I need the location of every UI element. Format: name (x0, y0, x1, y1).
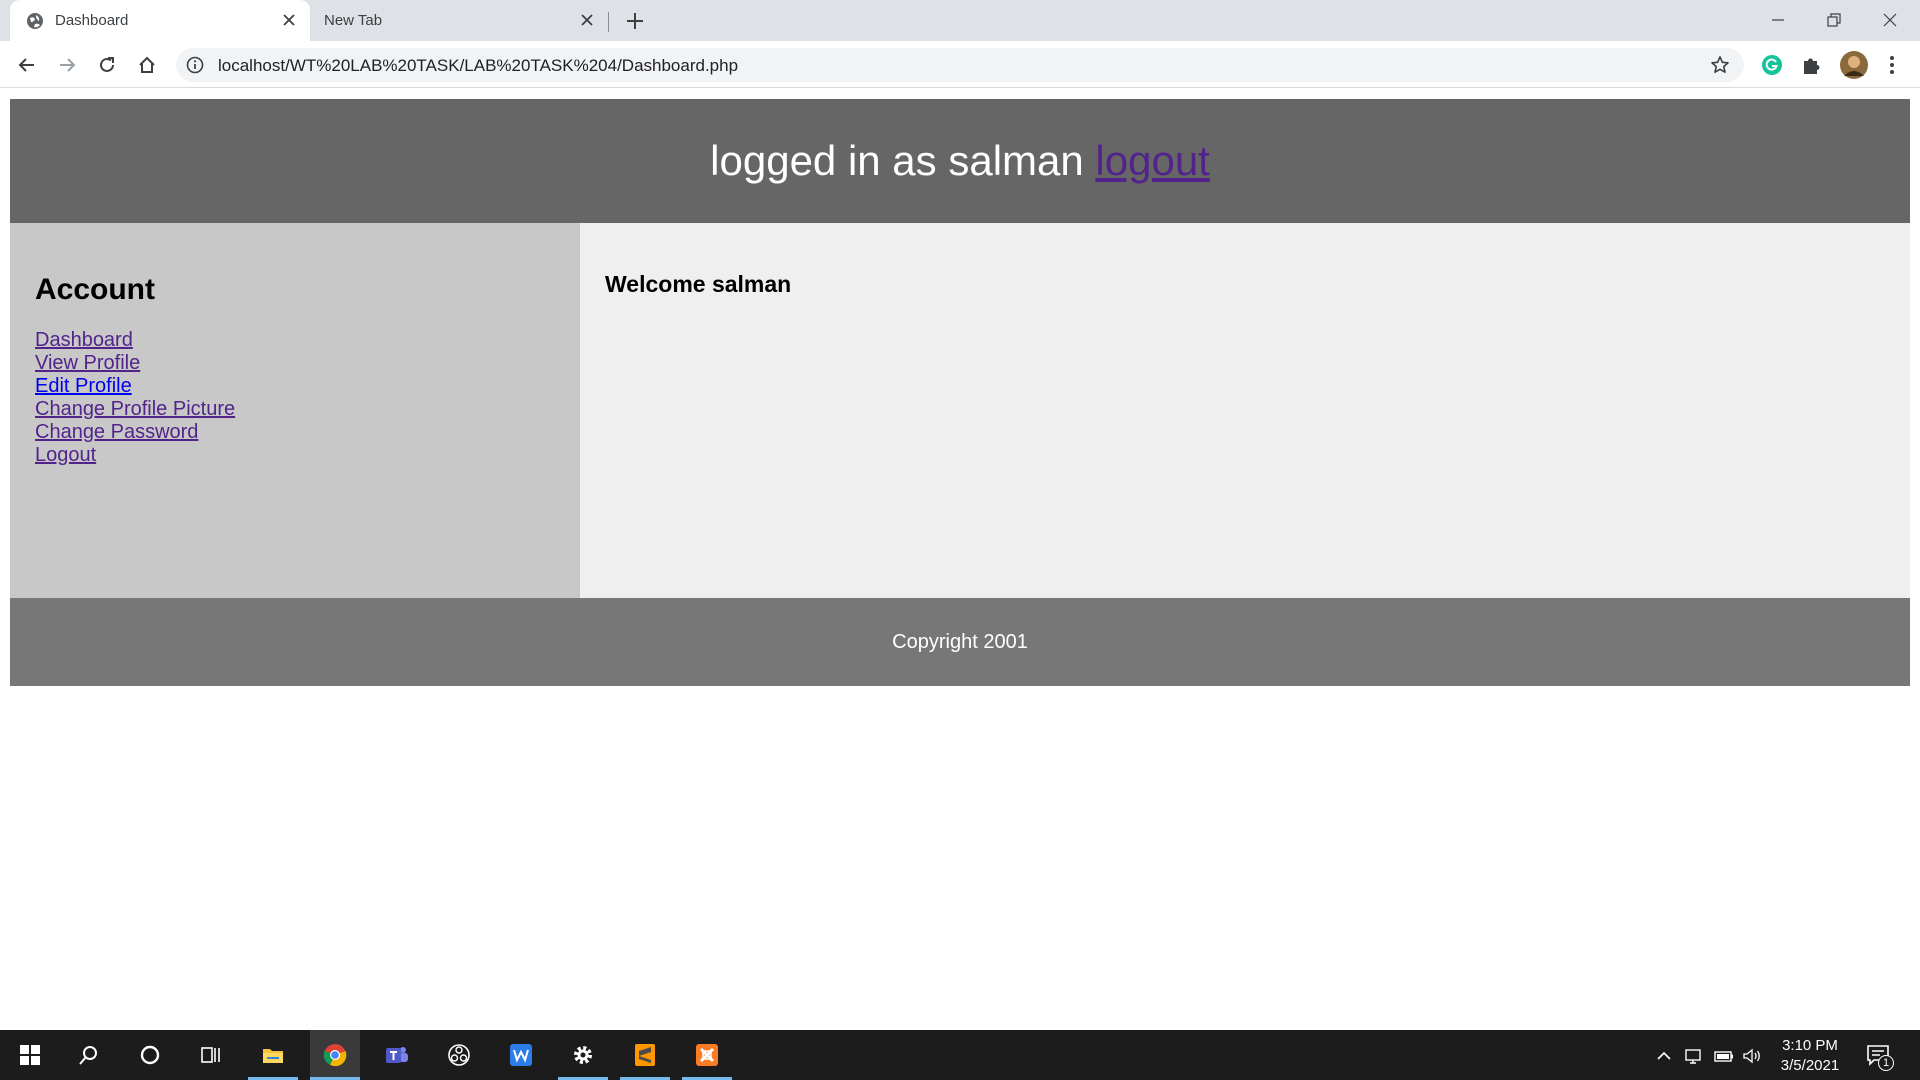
settings-icon (574, 1046, 592, 1064)
minimize-icon (1772, 19, 1784, 21)
home-button[interactable] (133, 51, 161, 79)
teams-icon (386, 1047, 408, 1063)
site-info-icon[interactable] (186, 56, 204, 74)
sidebar-link-change-profile-picture[interactable]: Change Profile Picture (35, 398, 555, 421)
close-tab-icon[interactable] (280, 11, 298, 29)
battery-icon[interactable] (1714, 1046, 1734, 1066)
taskbar-chrome[interactable] (310, 1030, 360, 1080)
start-button[interactable] (5, 1030, 55, 1080)
forward-button[interactable] (53, 51, 81, 79)
clock-time: 3:10 PM (1782, 1037, 1838, 1054)
network-icon[interactable] (1684, 1046, 1704, 1066)
account-sidebar: Account Dashboard View Profile Edit Prof… (10, 223, 580, 598)
restore-icon (1827, 13, 1841, 27)
menu-kebab-icon[interactable] (1880, 53, 1904, 77)
taskbar-file-explorer[interactable] (248, 1030, 298, 1080)
task-view-icon (201, 1047, 220, 1063)
file-explorer-icon (263, 1049, 283, 1063)
wps-writer-icon (510, 1044, 532, 1066)
header-logout-link[interactable]: logout (1095, 137, 1209, 184)
url-text[interactable]: localhost/WT%20LAB%20TASK/LAB%20TASK%204… (218, 56, 738, 76)
extensions-puzzle-icon[interactable] (1800, 53, 1824, 77)
close-icon (1883, 13, 1897, 27)
chevron-up-icon[interactable] (1654, 1046, 1674, 1066)
new-tab-plus-icon[interactable] (622, 9, 648, 33)
sidebar-link-logout[interactable]: Logout (35, 444, 555, 467)
chrome-icon (323, 1044, 347, 1067)
main-content: Welcome salman (580, 223, 1910, 598)
taskbar-search-button[interactable] (64, 1030, 114, 1080)
taskbar-teams[interactable] (372, 1030, 422, 1080)
grammarly-icon[interactable] (1760, 53, 1784, 77)
sidebar-link-edit-profile[interactable]: Edit Profile (35, 375, 555, 398)
taskbar-wps-writer[interactable] (496, 1030, 546, 1080)
globe-icon (27, 13, 43, 29)
task-view-button[interactable] (186, 1030, 236, 1080)
notification-count-badge: 1 (1878, 1055, 1894, 1071)
address-bar[interactable]: localhost/WT%20LAB%20TASK/LAB%20TASK%204… (176, 48, 1744, 82)
browser-toolbar: localhost/WT%20LAB%20TASK/LAB%20TASK%204… (0, 41, 1920, 88)
sidebar-link-view-profile[interactable]: View Profile (35, 352, 555, 375)
clock-date: 3/5/2021 (1780, 1057, 1840, 1074)
sublime-text-icon (635, 1044, 655, 1066)
logged-in-text: logged in as salman (710, 137, 1084, 184)
windows-taskbar: 3:10 PM 3/5/2021 1 (0, 1030, 1920, 1080)
taskbar-clock[interactable]: 3:10 PM 3/5/2021 (1770, 1036, 1850, 1076)
volume-icon[interactable] (1742, 1046, 1762, 1066)
restore-button[interactable] (1806, 0, 1862, 38)
close-window-button[interactable] (1862, 0, 1918, 38)
login-status: logged in as salman logout (10, 99, 1910, 223)
copyright-text: Copyright 2001 (892, 631, 1028, 653)
home-icon (139, 56, 155, 73)
cortana-button[interactable] (125, 1030, 175, 1080)
page-header: logged in as salman logout (10, 99, 1910, 223)
page-footer: Copyright 2001 (10, 598, 1910, 686)
tab-title: New Tab (324, 12, 383, 29)
taskbar-xampp[interactable] (682, 1030, 732, 1080)
reload-button[interactable] (93, 51, 121, 79)
tab-separator (608, 12, 609, 32)
tab-title: Dashboard (55, 12, 129, 29)
windows-start-icon (20, 1045, 40, 1065)
profile-avatar-icon[interactable] (1840, 51, 1868, 79)
back-arrow-icon (18, 58, 34, 72)
minimize-button[interactable] (1750, 0, 1806, 38)
bookmark-star-icon[interactable] (1710, 55, 1730, 75)
taskbar-sublime-text[interactable] (620, 1030, 670, 1080)
back-button[interactable] (13, 51, 41, 79)
cortana-icon (140, 1045, 160, 1065)
taskbar-obs[interactable] (434, 1030, 484, 1080)
obs-icon (448, 1044, 470, 1066)
sidebar-title: Account (35, 273, 155, 306)
reload-icon (100, 57, 114, 72)
close-tab-icon[interactable] (578, 11, 596, 29)
tab-dashboard[interactable]: Dashboard (10, 0, 310, 41)
sidebar-link-change-password[interactable]: Change Password (35, 421, 555, 444)
browser-tab-strip: Dashboard New Tab (0, 0, 1920, 41)
forward-arrow-icon (60, 58, 76, 72)
search-icon (79, 1046, 97, 1065)
xampp-icon (696, 1044, 718, 1066)
sidebar-link-dashboard[interactable]: Dashboard (35, 329, 555, 352)
action-center-button[interactable]: 1 (1866, 1043, 1894, 1071)
web-page: logged in as salman logout Account Dashb… (0, 89, 1920, 1029)
taskbar-settings[interactable] (558, 1030, 608, 1080)
welcome-heading: Welcome salman (605, 271, 792, 297)
tab-new-tab[interactable]: New Tab (310, 0, 608, 41)
